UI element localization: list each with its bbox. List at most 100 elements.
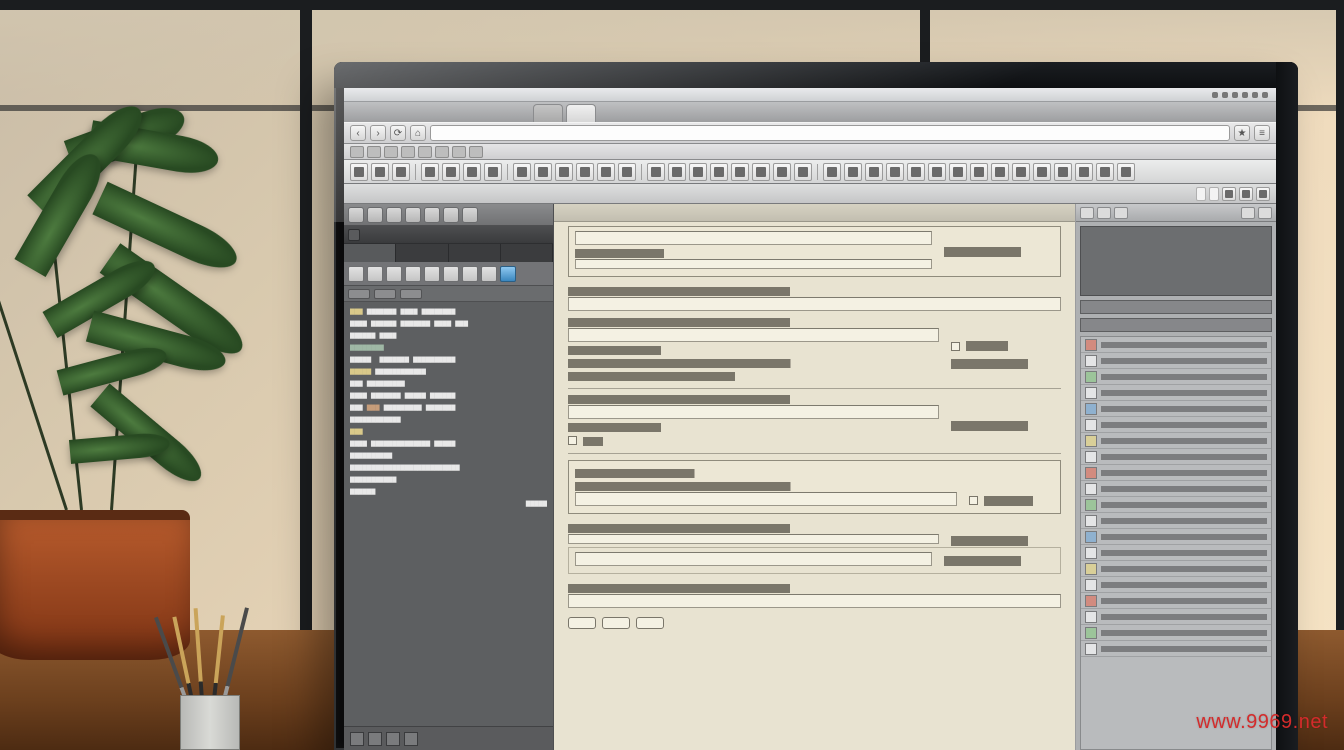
panel-button[interactable] bbox=[367, 207, 383, 223]
toolbar-button[interactable] bbox=[1054, 163, 1072, 181]
toolbar-button[interactable] bbox=[1096, 163, 1114, 181]
toolbar-button[interactable] bbox=[1012, 163, 1030, 181]
panel-tool-button[interactable] bbox=[462, 266, 478, 282]
toolbar-button[interactable] bbox=[689, 163, 707, 181]
list-item[interactable] bbox=[1081, 561, 1271, 577]
toolbar-button[interactable] bbox=[865, 163, 883, 181]
tray-icon[interactable] bbox=[1252, 92, 1258, 98]
toolbar-button[interactable] bbox=[534, 163, 552, 181]
checkbox[interactable] bbox=[951, 342, 960, 351]
panel-button[interactable] bbox=[1258, 207, 1272, 219]
panel-tool-button[interactable] bbox=[367, 266, 383, 282]
toolbar-button[interactable] bbox=[752, 163, 770, 181]
bookmark-item[interactable] bbox=[469, 146, 483, 158]
list-item[interactable] bbox=[1081, 481, 1271, 497]
tray-icon[interactable] bbox=[1262, 92, 1268, 98]
toolbar-button[interactable] bbox=[1033, 163, 1051, 181]
home-button[interactable]: ⌂ bbox=[410, 125, 426, 141]
menu-button[interactable]: ≡ bbox=[1254, 125, 1270, 141]
text-input[interactable] bbox=[575, 492, 957, 506]
panel-tool-button[interactable] bbox=[348, 266, 364, 282]
footer-swatch[interactable] bbox=[404, 732, 418, 746]
toolbar-button[interactable] bbox=[555, 163, 573, 181]
list-item[interactable] bbox=[1081, 385, 1271, 401]
toolbar-button[interactable] bbox=[484, 163, 502, 181]
checkbox[interactable] bbox=[969, 496, 978, 505]
list-item[interactable] bbox=[1081, 625, 1271, 641]
toolbar-button[interactable] bbox=[823, 163, 841, 181]
panel-button[interactable] bbox=[462, 207, 478, 223]
text-input[interactable] bbox=[568, 328, 939, 342]
list-item[interactable] bbox=[1081, 417, 1271, 433]
tray-icon[interactable] bbox=[1212, 92, 1218, 98]
list-item[interactable] bbox=[1081, 593, 1271, 609]
bookmark-item[interactable] bbox=[384, 146, 398, 158]
footer-swatch[interactable] bbox=[350, 732, 364, 746]
toolbar-button[interactable] bbox=[970, 163, 988, 181]
toolbar-button[interactable] bbox=[647, 163, 665, 181]
panel-button[interactable] bbox=[405, 207, 421, 223]
browser-tab[interactable] bbox=[533, 104, 563, 122]
panel-chip[interactable] bbox=[400, 289, 422, 299]
bookmark-item[interactable] bbox=[367, 146, 381, 158]
text-input[interactable] bbox=[568, 594, 1061, 608]
toolbar-button[interactable] bbox=[1239, 187, 1253, 201]
text-input[interactable] bbox=[575, 259, 932, 269]
toolbar-button[interactable] bbox=[1117, 163, 1135, 181]
footer-swatch[interactable] bbox=[368, 732, 382, 746]
tray-icon[interactable] bbox=[1232, 92, 1238, 98]
panel-button[interactable] bbox=[1080, 207, 1094, 219]
panel-tab[interactable] bbox=[449, 244, 501, 262]
text-input[interactable] bbox=[568, 297, 1061, 311]
panel-chip[interactable] bbox=[374, 289, 396, 299]
toolbar-button[interactable] bbox=[513, 163, 531, 181]
toolbar-button[interactable] bbox=[350, 163, 368, 181]
toolbar-button[interactable] bbox=[844, 163, 862, 181]
toolbar-button[interactable] bbox=[794, 163, 812, 181]
toolbar-button[interactable] bbox=[442, 163, 460, 181]
toolbar-button[interactable] bbox=[886, 163, 904, 181]
forward-button[interactable]: › bbox=[370, 125, 386, 141]
toolbar-button[interactable] bbox=[1256, 187, 1270, 201]
checkbox[interactable] bbox=[568, 436, 577, 445]
panel-tab[interactable] bbox=[344, 244, 396, 262]
tray-icon[interactable] bbox=[1222, 92, 1228, 98]
list-item[interactable] bbox=[1081, 513, 1271, 529]
toolbar-button[interactable] bbox=[1075, 163, 1093, 181]
toolbar-button[interactable] bbox=[991, 163, 1009, 181]
bookmark-item[interactable] bbox=[418, 146, 432, 158]
list-item[interactable] bbox=[1081, 353, 1271, 369]
left-panel-code[interactable]: ▆▆▆ ▆▆▆▆▆▆▆ ▆▆▆▆ ▆▆▆▆▆▆▆▆ ▆▆▆▆ ▆▆▆▆▆▆ ▆▆… bbox=[344, 302, 553, 726]
panel-tool-button[interactable] bbox=[386, 266, 402, 282]
panel-button[interactable] bbox=[1241, 207, 1255, 219]
toolbar-button[interactable] bbox=[371, 163, 389, 181]
panel-button[interactable] bbox=[1097, 207, 1111, 219]
list-item[interactable] bbox=[1081, 401, 1271, 417]
footer-swatch[interactable] bbox=[386, 732, 400, 746]
panel-button[interactable] bbox=[1114, 207, 1128, 219]
bookmark-item[interactable] bbox=[435, 146, 449, 158]
panel-tool-button[interactable] bbox=[405, 266, 421, 282]
list-item[interactable] bbox=[1081, 449, 1271, 465]
toolbar-button[interactable] bbox=[668, 163, 686, 181]
toolbar-label[interactable] bbox=[1209, 187, 1219, 201]
form-button[interactable] bbox=[636, 617, 664, 629]
toolbar-button[interactable] bbox=[392, 163, 410, 181]
toolbar-button[interactable] bbox=[618, 163, 636, 181]
list-item[interactable] bbox=[1081, 465, 1271, 481]
list-item[interactable] bbox=[1081, 577, 1271, 593]
list-item[interactable] bbox=[1081, 545, 1271, 561]
text-input[interactable] bbox=[568, 405, 939, 419]
toolbar-label[interactable] bbox=[1196, 187, 1206, 201]
list-item[interactable] bbox=[1081, 369, 1271, 385]
panel-button[interactable] bbox=[424, 207, 440, 223]
reload-button[interactable]: ⟳ bbox=[390, 125, 406, 141]
toolbar-button[interactable] bbox=[463, 163, 481, 181]
list-item[interactable] bbox=[1081, 433, 1271, 449]
form-button[interactable] bbox=[602, 617, 630, 629]
right-panel-preview[interactable] bbox=[1080, 226, 1272, 296]
panel-tool-button[interactable] bbox=[481, 266, 497, 282]
list-item[interactable] bbox=[1081, 609, 1271, 625]
panel-header-button[interactable] bbox=[348, 229, 360, 241]
address-input[interactable] bbox=[430, 125, 1230, 141]
